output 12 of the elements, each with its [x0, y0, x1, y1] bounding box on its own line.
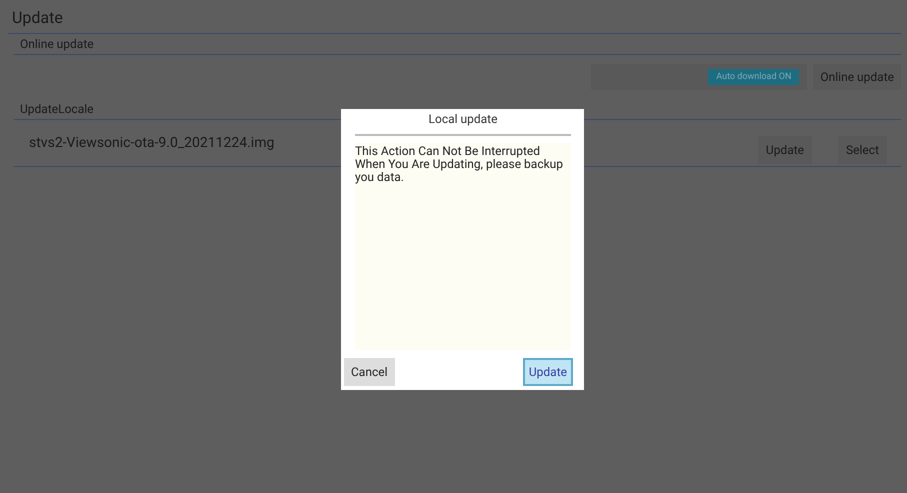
auto-download-bar[interactable]: Auto download ON	[591, 64, 808, 90]
select-button[interactable]: Select	[838, 136, 887, 164]
update-button[interactable]: Update	[522, 358, 573, 386]
file-name: stvs2-Viewsonic-ota-9.0_20211224.img	[29, 135, 274, 151]
page-title: Update	[8, 5, 901, 34]
dialog-title: Local update	[355, 109, 571, 136]
auto-download-toggle[interactable]: Auto download ON	[708, 69, 800, 85]
dialog-message: This Action Can Not Be Interrupted When You Are Updating, please backup you data.	[355, 143, 571, 350]
update-button[interactable]: Update	[758, 136, 812, 164]
online-update-button[interactable]: Online update	[813, 64, 901, 90]
section-heading: Online update	[14, 34, 901, 55]
cancel-button[interactable]: Cancel	[344, 358, 395, 386]
